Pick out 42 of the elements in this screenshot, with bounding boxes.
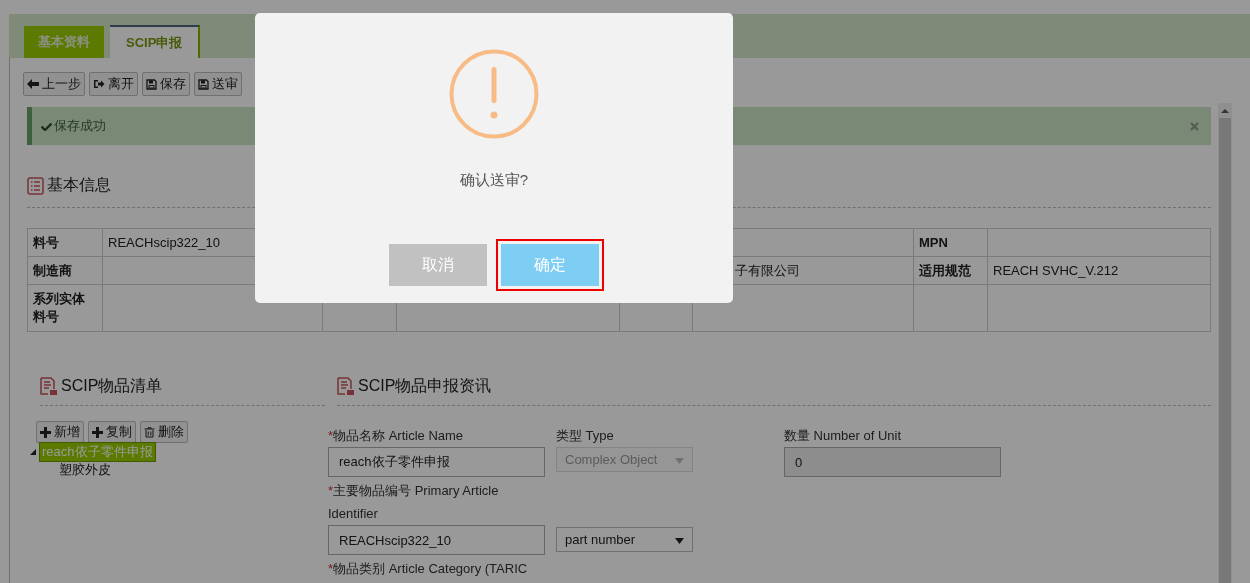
dialog-message: 确认送审?	[459, 171, 529, 190]
field-label: *物品名称 Article Name	[328, 427, 465, 445]
toolbar-button[interactable]: 保存	[142, 72, 190, 96]
table-cell: 料号	[27, 228, 103, 257]
table-cell: 制造商	[27, 256, 103, 285]
plus-icon	[92, 426, 103, 438]
field-label: 类型 Type	[556, 427, 615, 445]
table-cell: 适用规范	[913, 256, 988, 285]
close-icon[interactable]	[1190, 121, 1199, 131]
field-label: *物品类别 Article Category (TARIC	[328, 560, 529, 578]
alert-message: 保存成功	[54, 117, 106, 135]
exit-icon	[93, 79, 105, 89]
plus-icon	[40, 426, 51, 438]
list-icon	[27, 176, 44, 195]
field-label: 数量 Number of Unit	[784, 427, 903, 445]
scroll-up-arrow-icon[interactable]	[1221, 109, 1229, 113]
table-cell: MPN	[913, 228, 988, 257]
tree-item[interactable]: 塑胶外皮	[57, 461, 113, 479]
section-title: 基本信息	[47, 175, 111, 195]
field-label: *主要物品编号 Primary Article Identifier	[328, 482, 500, 523]
toolbar-button[interactable]: 上一步	[23, 72, 85, 96]
table-cell: 系列实体料号	[27, 284, 103, 332]
toolbar-button[interactable]: 新增	[36, 421, 84, 443]
toolbar-button[interactable]: 删除	[140, 421, 188, 443]
toolbar-button[interactable]: 复制	[88, 421, 136, 443]
checkmark-icon	[41, 121, 52, 131]
toolbar-button[interactable]: 离开	[89, 72, 138, 96]
input-field[interactable]: reach依子零件申报	[328, 447, 545, 477]
scrollbar-thumb[interactable]	[1219, 118, 1231, 583]
warning-icon	[449, 49, 539, 139]
dropdown[interactable]: part number	[556, 527, 693, 552]
scrollbar[interactable]	[1218, 103, 1232, 583]
toolbar-button[interactable]: 送审	[194, 72, 242, 96]
input-field[interactable]: REACHscip322_10	[328, 525, 545, 555]
trash-icon	[144, 426, 155, 438]
table-cell: REACH SVHC_V.212	[987, 256, 1211, 285]
document-icon	[337, 377, 355, 396]
arrow-left-icon	[27, 79, 39, 89]
section-title: SCIP物品申报资讯	[358, 376, 492, 396]
document-icon	[40, 377, 58, 396]
expand-triangle-icon[interactable]	[30, 449, 39, 455]
section-title: SCIP物品清单	[61, 376, 163, 396]
